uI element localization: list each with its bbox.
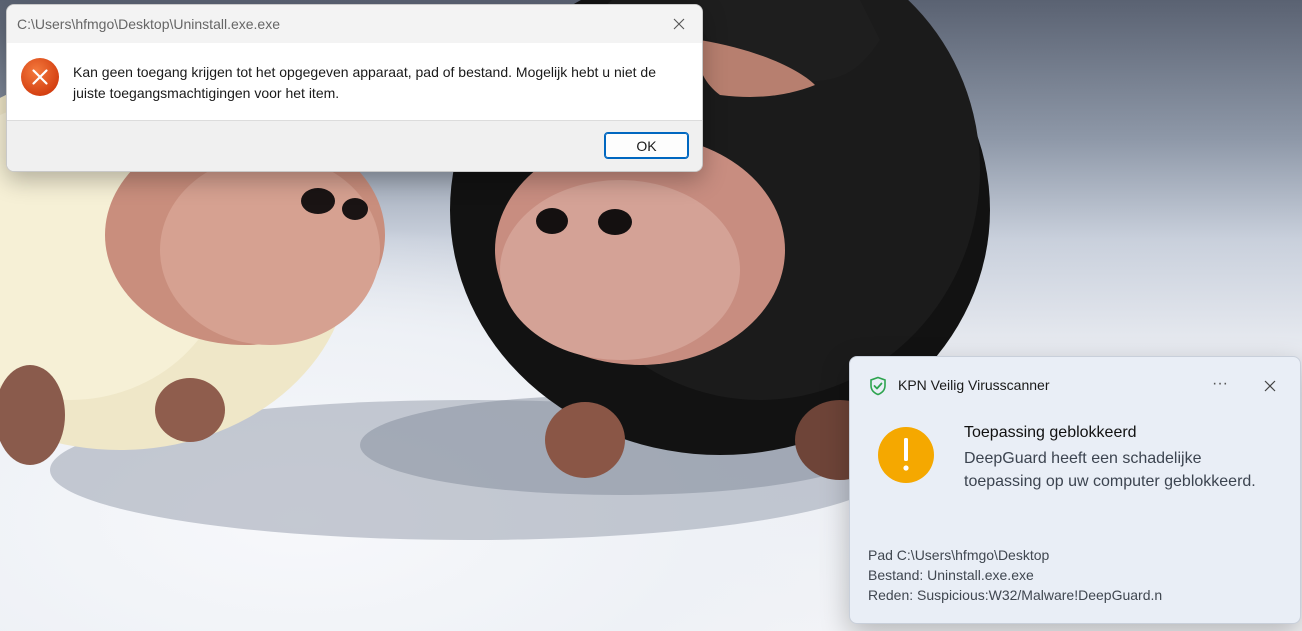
toast-title: Toepassing geblokkeerd bbox=[964, 424, 1137, 441]
dialog-titlebar[interactable]: C:\Users\hfmgo\Desktop\Uninstall.exe.exe bbox=[7, 5, 702, 43]
toast-close-button[interactable] bbox=[1258, 374, 1282, 398]
dialog-title: C:\Users\hfmgo\Desktop\Uninstall.exe.exe bbox=[17, 16, 280, 32]
warning-icon bbox=[878, 427, 934, 483]
toast-header: KPN Veilig Virusscanner ··· bbox=[850, 357, 1300, 415]
detail-file: Bestand: Uninstall.exe.exe bbox=[868, 567, 1034, 583]
close-icon bbox=[1264, 380, 1276, 392]
error-dialog: C:\Users\hfmgo\Desktop\Uninstall.exe.exe… bbox=[6, 4, 703, 172]
dialog-close-button[interactable] bbox=[656, 5, 702, 43]
error-x-icon bbox=[21, 58, 59, 96]
detail-reason: Reden: Suspicious:W32/Malware!DeepGuard.… bbox=[868, 587, 1163, 603]
toast-message: DeepGuard heeft een schadelijke toepassi… bbox=[964, 450, 1256, 490]
toast-app-name: KPN Veilig Virusscanner bbox=[898, 377, 1050, 393]
dialog-footer: OK bbox=[7, 120, 702, 171]
shield-check-icon bbox=[870, 376, 886, 396]
toast-details: Pad C:\Users\hfmgo\Desktop Bestand: Unin… bbox=[868, 545, 1162, 605]
notification-toast[interactable]: KPN Veilig Virusscanner ··· Toepassing g… bbox=[849, 356, 1301, 624]
dialog-body: Kan geen toegang krijgen tot het opgegev… bbox=[7, 43, 702, 121]
more-options-icon[interactable]: ··· bbox=[1208, 373, 1232, 397]
ok-button[interactable]: OK bbox=[604, 132, 689, 159]
close-icon bbox=[673, 18, 685, 30]
dialog-message: Kan geen toegang krijgen tot het opgegev… bbox=[73, 64, 656, 101]
detail-path: Pad C:\Users\hfmgo\Desktop bbox=[868, 547, 1050, 563]
